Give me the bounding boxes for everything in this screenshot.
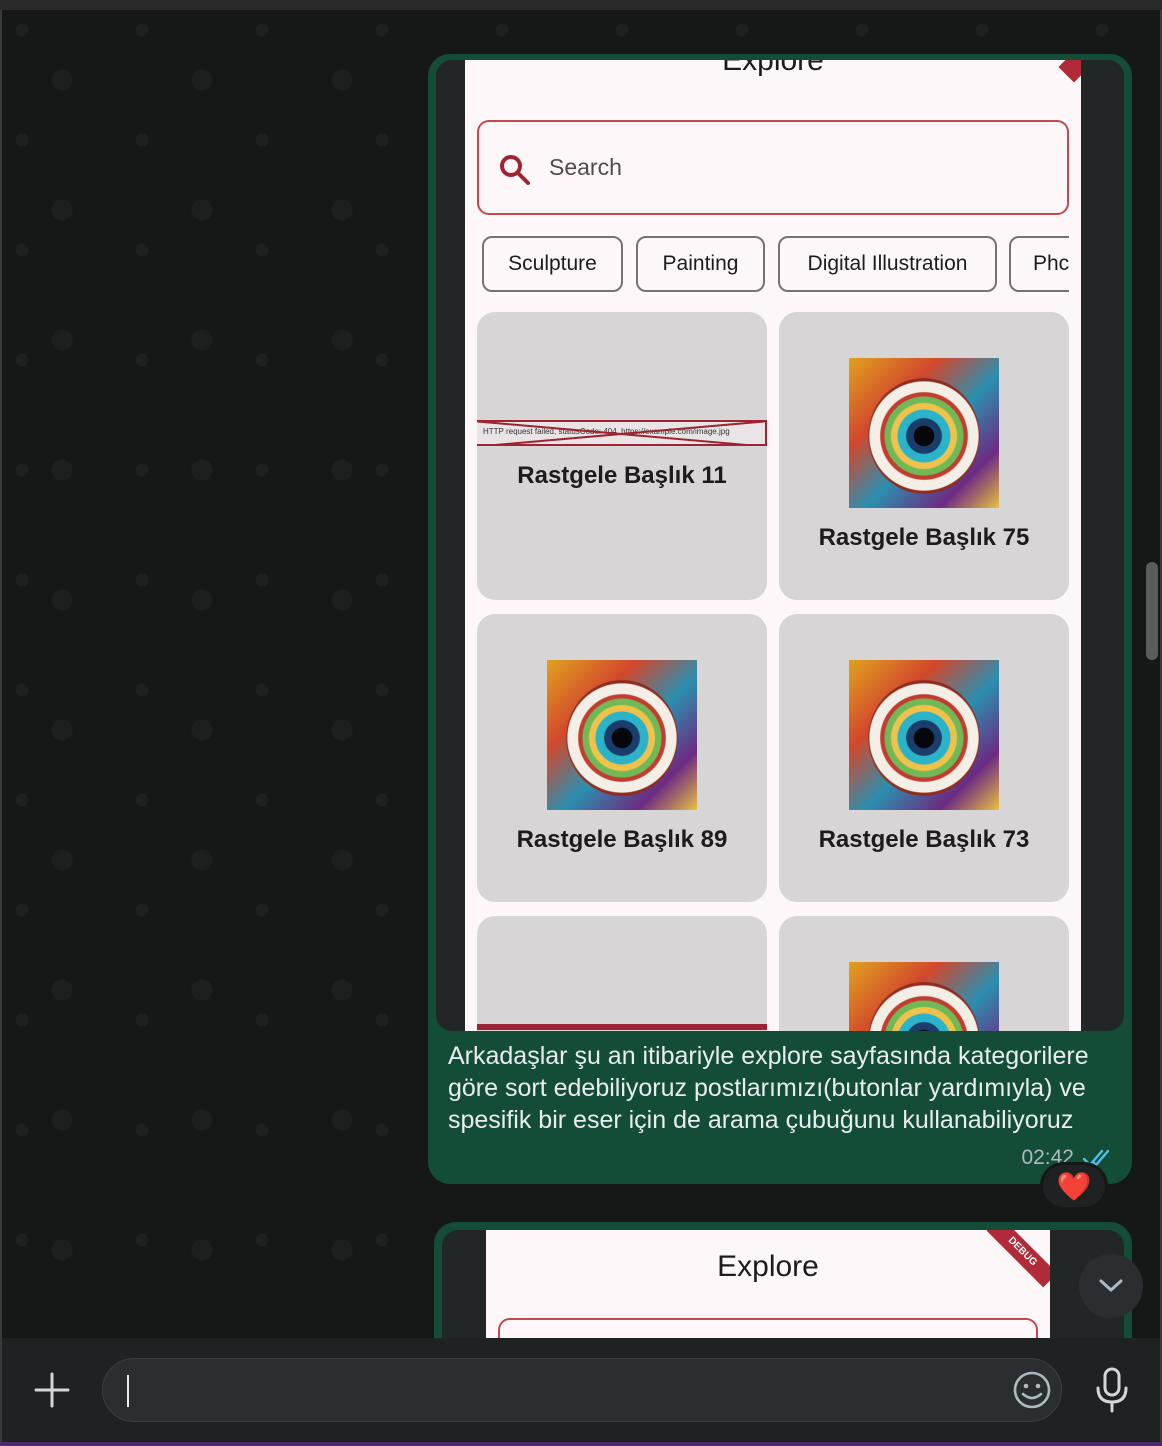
heart-icon: ❤️ (1056, 1170, 1092, 1202)
category-chip-row: Sculpture Painting Digital Illustration … (482, 236, 1069, 294)
image-error-banner-edge (477, 1024, 767, 1030)
microphone-icon[interactable] (1092, 1366, 1132, 1414)
emoji-icon[interactable] (1011, 1369, 1053, 1411)
art-card: Rastgele Başlık 75 (779, 312, 1069, 600)
search-icon (500, 155, 530, 185)
message-image[interactable]: Explore Search Sculpture Painting Digita… (436, 60, 1124, 1031)
eye-artwork-image (849, 660, 999, 810)
eye-artwork-image (849, 962, 999, 1031)
chip-painting: Painting (636, 236, 765, 292)
chip-photography: Phc (1009, 236, 1069, 292)
art-card-title: Rastgele Başlık 75 (818, 524, 1030, 551)
chat-background: Explore Search Sculpture Painting Digita… (2, 10, 1160, 1338)
chevron-down-icon (1099, 1279, 1123, 1292)
message-text: Arkadaşlar şu an itibariyle explore sayf… (448, 1042, 1089, 1134)
message-input[interactable] (102, 1358, 1062, 1422)
app-screenshot-next: DEBUG Explore (486, 1230, 1050, 1338)
window-titlebar (0, 0, 1162, 10)
screenshot-search-field: Search (477, 120, 1069, 215)
eye-artwork-image (849, 358, 999, 508)
plus-icon[interactable] (32, 1370, 72, 1410)
search-placeholder: Search (549, 154, 622, 180)
scroll-to-bottom-button[interactable] (1079, 1254, 1143, 1318)
art-card-partial (477, 916, 767, 1031)
scrollbar-thumb[interactable] (1146, 562, 1158, 660)
screenshot-page-title: Explore (717, 1250, 819, 1283)
art-card: HTTP request failed, statusCode: 404, ht… (477, 312, 767, 600)
screenshot-page-title: Explore (722, 60, 824, 77)
image-error-banner: HTTP request failed, statusCode: 404, ht… (477, 420, 767, 446)
art-card-title: Rastgele Başlık 11 (517, 462, 727, 489)
message-bubble-next[interactable]: DEBUG Explore (434, 1222, 1132, 1338)
message-bubble[interactable]: Explore Search Sculpture Painting Digita… (428, 54, 1132, 1184)
art-card-partial (779, 916, 1069, 1031)
heart-reaction[interactable]: ❤️ (1040, 1162, 1108, 1210)
message-image-next[interactable]: DEBUG Explore (442, 1230, 1124, 1338)
art-card: Rastgele Başlık 73 (779, 614, 1069, 902)
eye-artwork-image (547, 660, 697, 810)
screenshot-search-field (498, 1318, 1038, 1338)
art-card: Rastgele Başlık 89 (477, 614, 767, 902)
window-bottom-edge (0, 1442, 1162, 1446)
text-caret (127, 1375, 129, 1407)
art-card-title: Rastgele Başlık 73 (818, 826, 1030, 853)
message-composer (2, 1338, 1160, 1442)
art-card-title: Rastgele Başlık 89 (516, 826, 728, 853)
chip-digital-illustration: Digital Illustration (778, 236, 997, 292)
chip-sculpture: Sculpture (482, 236, 623, 292)
app-screenshot: Explore Search Sculpture Painting Digita… (465, 60, 1081, 1031)
